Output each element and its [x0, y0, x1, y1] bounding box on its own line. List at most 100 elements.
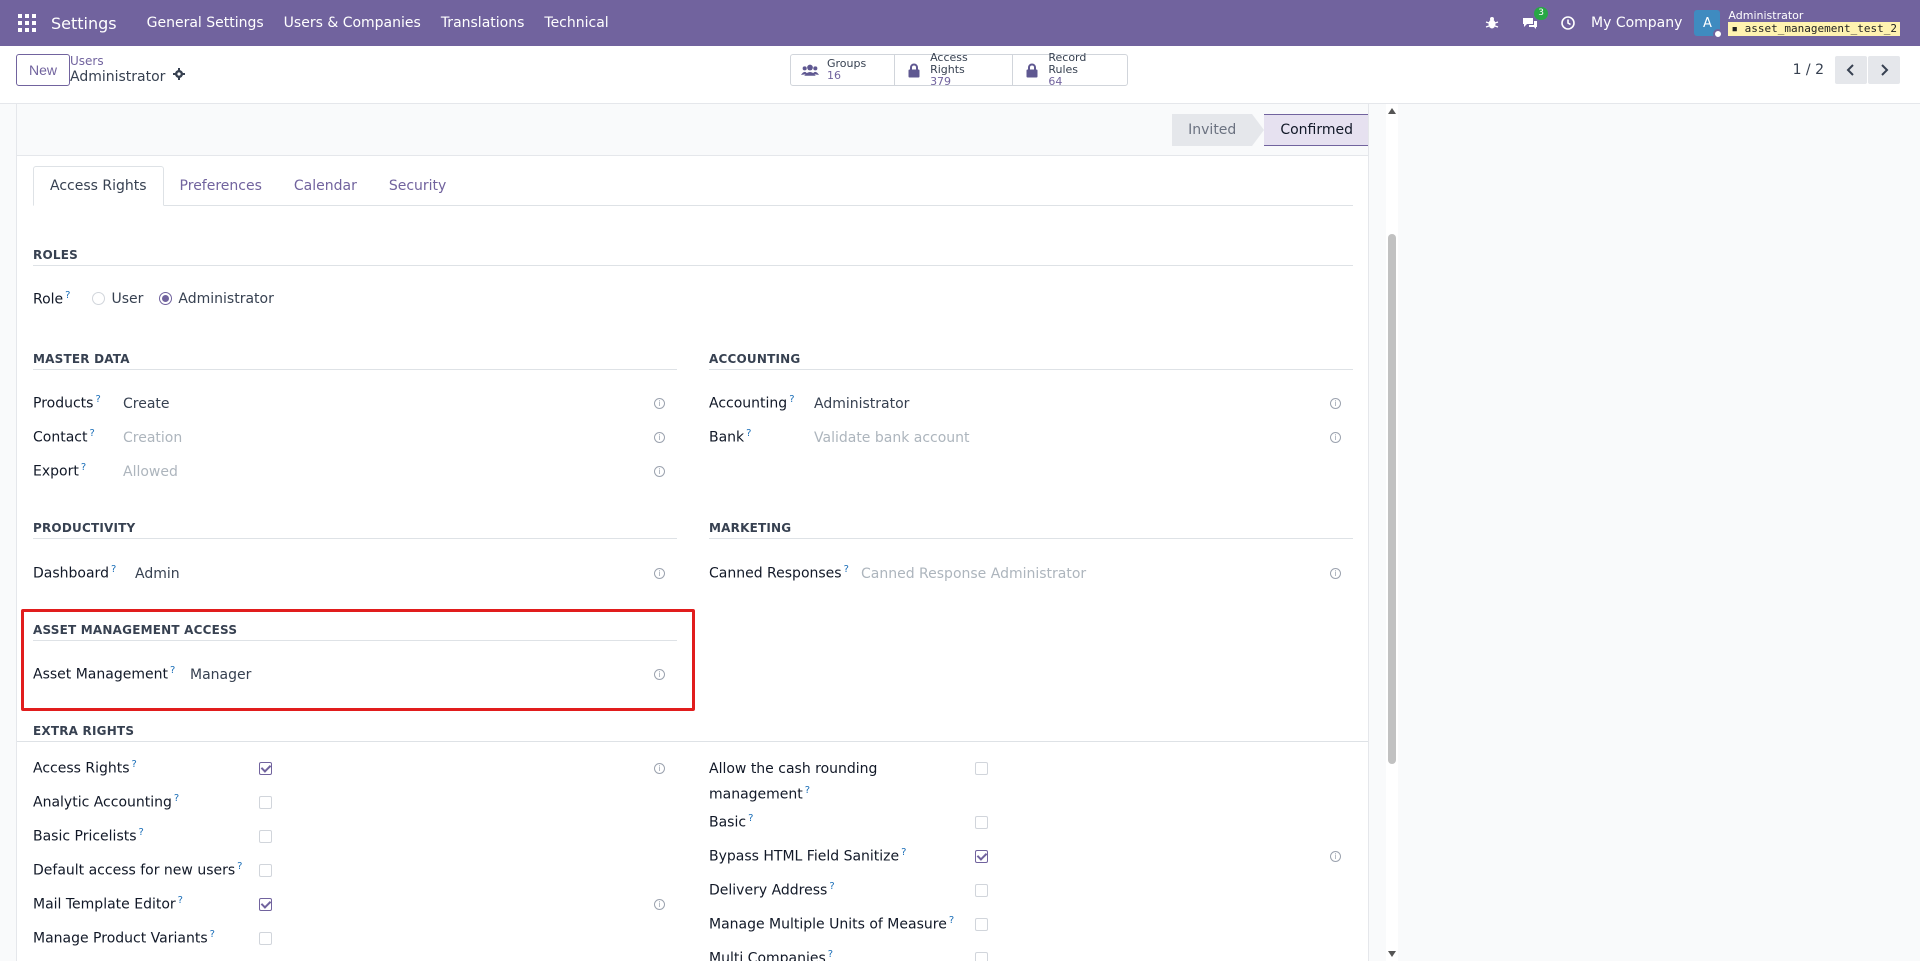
multi-uom-checkbox[interactable] — [975, 918, 988, 931]
canned-responses-value[interactable]: Canned Response Administrator — [861, 566, 1086, 582]
lock-icon — [905, 61, 922, 79]
help-tooltip-icon[interactable]: ? — [178, 895, 183, 906]
help-tooltip-icon[interactable]: ? — [748, 813, 753, 824]
delivery-address-checkbox[interactable] — [975, 884, 988, 897]
activity-clock-icon[interactable] — [1559, 14, 1577, 32]
stage-confirmed[interactable]: Confirmed — [1264, 114, 1368, 146]
help-tooltip-icon[interactable]: ? — [828, 949, 833, 960]
export-field: Export? — [33, 462, 86, 480]
access-rights-checkbox[interactable] — [259, 762, 272, 775]
extra-right-label: Multi Companies — [709, 950, 826, 961]
help-tooltip-icon[interactable]: ? — [111, 564, 116, 575]
menu-users-companies[interactable]: Users & Companies — [274, 15, 431, 31]
radio-administrator[interactable] — [159, 292, 173, 306]
gear-icon[interactable] — [173, 68, 186, 86]
menu-technical[interactable]: Technical — [534, 15, 618, 31]
help-tooltip-icon[interactable]: ? — [210, 929, 215, 940]
radio-user[interactable] — [92, 292, 106, 306]
help-tooltip-icon[interactable]: ? — [746, 428, 751, 439]
help-tooltip-icon[interactable]: ? — [789, 394, 794, 405]
role-option-administrator-label: Administrator — [178, 290, 274, 307]
help-tooltip-icon[interactable]: ? — [81, 462, 86, 473]
scrollbar-thumb[interactable] — [1388, 234, 1396, 764]
user-menu[interactable]: Administrator ▪ asset_management_test_2 — [1728, 10, 1900, 36]
users-icon — [801, 61, 819, 79]
help-tooltip-icon[interactable]: ? — [237, 861, 242, 872]
help-tooltip-icon[interactable]: ? — [829, 881, 834, 892]
contact-value[interactable]: Creation — [123, 430, 182, 446]
manage-product-variants-checkbox[interactable] — [259, 932, 272, 945]
record-rules-count: 64 — [1048, 75, 1063, 88]
extra-right-left-2: Basic Pricelists? — [33, 827, 144, 845]
export-value[interactable]: Allowed — [123, 464, 178, 480]
asset-management-value[interactable]: Manager — [190, 667, 251, 683]
help-tooltip-icon[interactable]: ? — [170, 665, 175, 676]
info-icon[interactable]: i — [654, 398, 665, 409]
dashboard-value[interactable]: Admin — [135, 566, 180, 582]
help-tooltip-icon[interactable]: ? — [95, 394, 100, 405]
new-button[interactable]: New — [16, 54, 71, 86]
tab-preferences[interactable]: Preferences — [164, 166, 278, 206]
scroll-up-arrow-icon[interactable] — [1388, 108, 1396, 114]
help-tooltip-icon[interactable]: ? — [65, 290, 70, 301]
info-icon[interactable]: i — [654, 669, 665, 680]
info-icon[interactable]: i — [654, 899, 665, 910]
menu-translations[interactable]: Translations — [431, 15, 535, 31]
analytic-accounting-checkbox[interactable] — [259, 796, 272, 809]
products-value[interactable]: Create — [123, 396, 170, 412]
multi-companies-checkbox[interactable] — [975, 952, 988, 961]
mail-template-editor-checkbox[interactable] — [259, 898, 272, 911]
tab-calendar[interactable]: Calendar — [278, 166, 373, 206]
pager-next-button[interactable] — [1868, 56, 1900, 84]
extra-right-label: Bypass HTML Field Sanitize — [709, 848, 900, 865]
role-option-user[interactable]: User — [92, 291, 143, 307]
pager-value[interactable]: 1 / 2 — [1793, 62, 1824, 78]
company-switcher[interactable]: My Company — [1591, 15, 1682, 31]
apps-menu-icon[interactable] — [18, 14, 36, 32]
default-access-checkbox[interactable] — [259, 864, 272, 877]
help-tooltip-icon[interactable]: ? — [805, 785, 810, 796]
help-tooltip-icon[interactable]: ? — [132, 759, 137, 770]
info-icon[interactable]: i — [654, 432, 665, 443]
groups-smart-button[interactable]: Groups 16 — [791, 55, 895, 85]
tab-security[interactable]: Security — [373, 166, 463, 206]
breadcrumb-users[interactable]: Users — [70, 54, 185, 68]
accounting-value[interactable]: Administrator — [814, 396, 909, 412]
pager-previous-button[interactable] — [1835, 56, 1867, 84]
info-icon[interactable]: i — [1330, 432, 1341, 443]
access-rights-count: 379 — [930, 75, 952, 88]
role-option-administrator[interactable]: Administrator — [159, 290, 274, 307]
info-icon[interactable]: i — [654, 568, 665, 579]
access-rights-smart-button[interactable]: Access Rights 379 — [895, 52, 1013, 88]
debug-bug-icon[interactable] — [1483, 14, 1501, 32]
info-icon[interactable]: i — [654, 466, 665, 477]
basic-checkbox[interactable] — [975, 816, 988, 829]
record-rules-smart-button[interactable]: Record Rules 64 — [1013, 51, 1127, 88]
info-icon[interactable]: i — [1330, 851, 1341, 862]
bank-value[interactable]: Validate bank account — [814, 430, 970, 446]
basic-pricelists-checkbox[interactable] — [259, 830, 272, 843]
help-tooltip-icon[interactable]: ? — [949, 915, 954, 926]
help-tooltip-icon[interactable]: ? — [844, 564, 849, 575]
help-tooltip-icon[interactable]: ? — [139, 827, 144, 838]
tab-access-rights[interactable]: Access Rights — [33, 166, 164, 206]
info-icon[interactable]: i — [1330, 568, 1341, 579]
user-avatar[interactable]: A — [1694, 10, 1724, 39]
stage-invited[interactable]: Invited — [1172, 114, 1253, 146]
scroll-down-arrow-icon[interactable] — [1388, 951, 1396, 957]
help-tooltip-icon[interactable]: ? — [901, 847, 906, 858]
extra-right-right-0: Allow the cash rounding management? — [709, 759, 909, 806]
info-icon[interactable]: i — [654, 763, 665, 774]
extra-right-right-5: Multi Companies? — [709, 949, 833, 961]
record-rules-label: Record Rules — [1048, 51, 1087, 76]
info-icon[interactable]: i — [1330, 398, 1341, 409]
cash-rounding-checkbox[interactable] — [975, 762, 988, 775]
help-tooltip-icon[interactable]: ? — [174, 793, 179, 804]
bypass-html-sanitize-checkbox[interactable] — [975, 850, 988, 863]
help-tooltip-icon[interactable]: ? — [89, 428, 94, 439]
messages-icon[interactable]: 3 — [1521, 7, 1548, 32]
form-scrollbar[interactable] — [1386, 104, 1398, 961]
status-stages: Invited Confirmed — [1172, 114, 1368, 146]
app-brand[interactable]: Settings — [51, 14, 117, 33]
menu-general-settings[interactable]: General Settings — [137, 15, 274, 31]
